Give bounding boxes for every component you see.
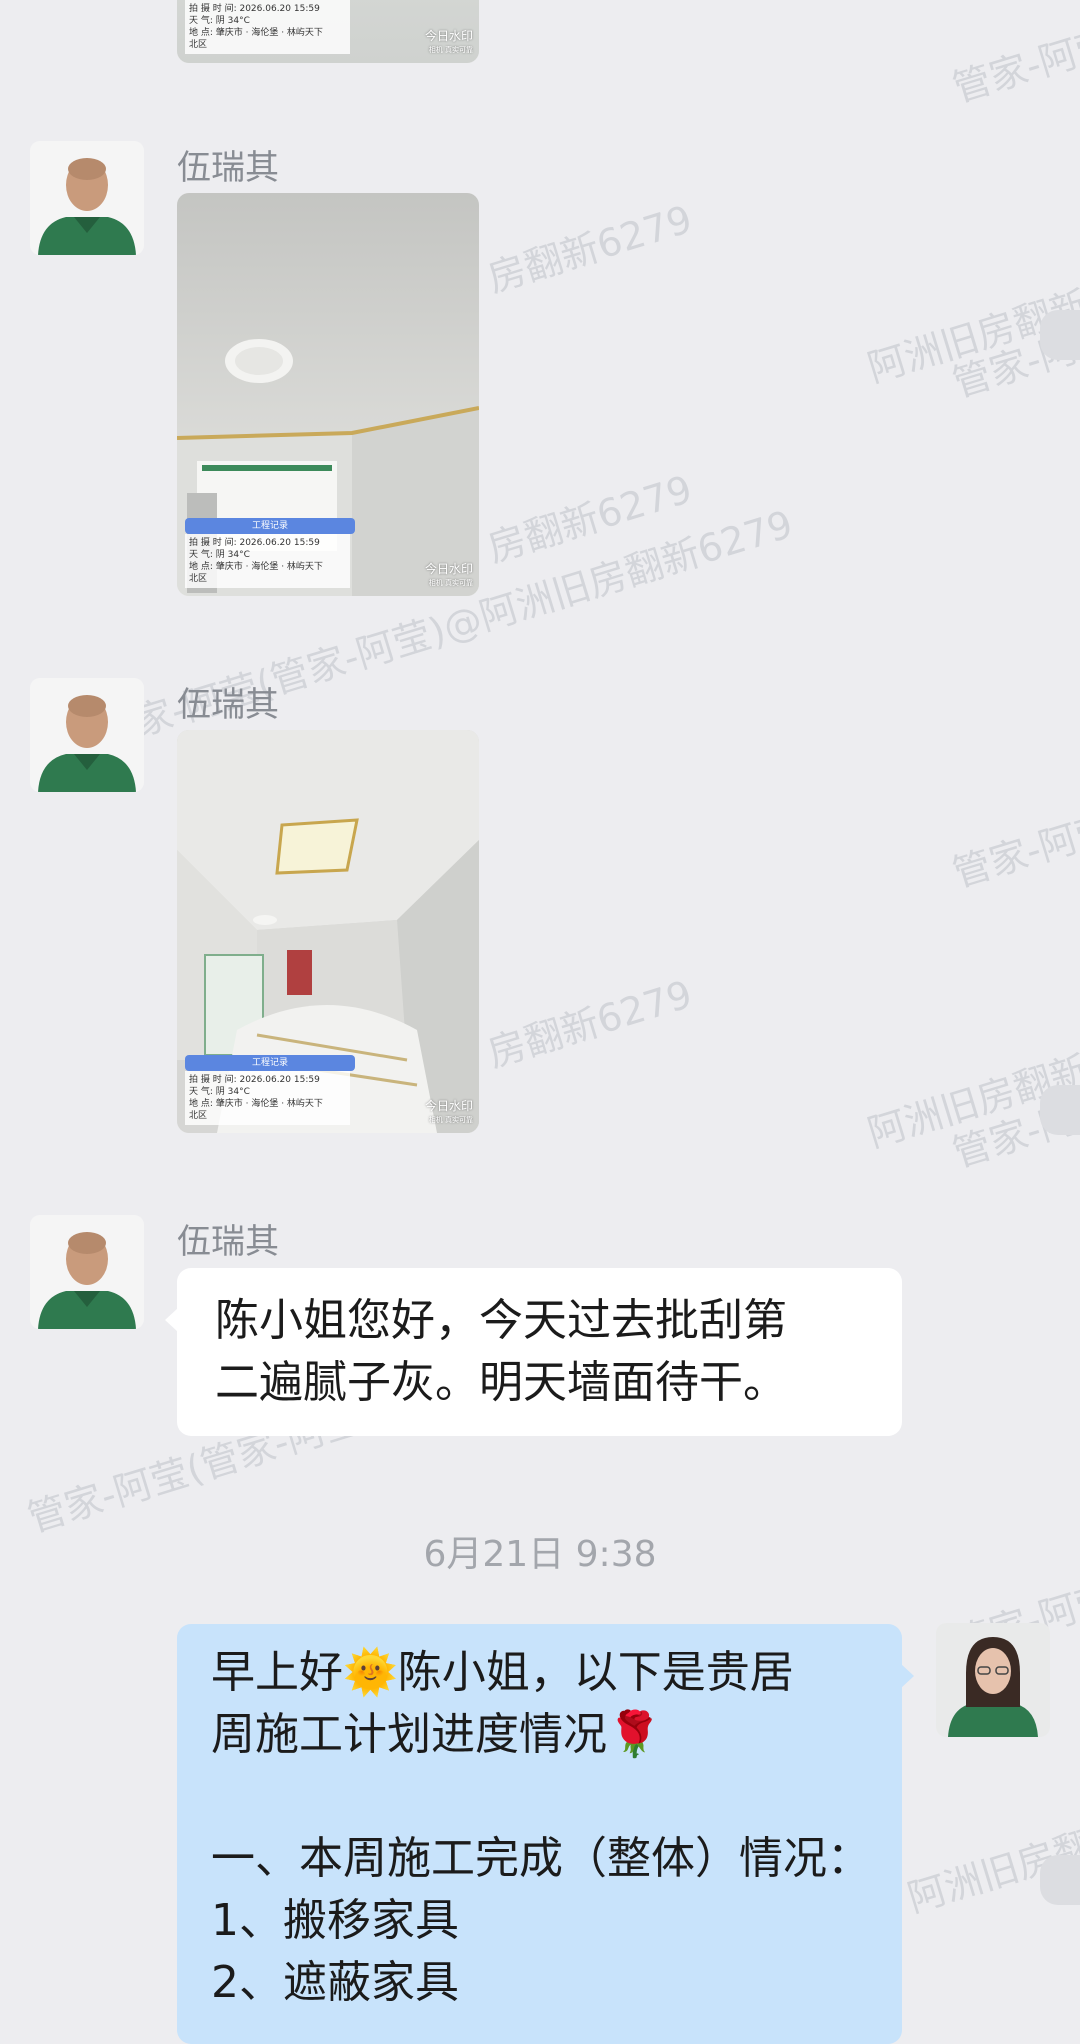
my-avatar[interactable] [936,1623,1050,1737]
worker-avatar-icon [30,678,144,792]
edge-bubble [1040,1855,1080,1905]
watermark-text: 管家-阿莹 [947,805,1080,896]
photo-watermark-corner: 今日水印 相机 真实可靠 [424,1099,473,1124]
photo-message[interactable]: 工程记录 拍 摄 时 间: 2026.06.20 15:59 天 气: 阴 34… [177,193,479,596]
outgoing-message-bubble[interactable]: 早上好🌞陈小姐，以下是贵居 周施工计划进度情况🌹 一、本周施工完成（整体）情况：… [177,1624,914,2044]
photo-watermark-info: 拍 摄 时 间: 2026.06.20 15:59 天 气: 阴 34°C 地 … [185,1071,350,1125]
avatar[interactable] [30,678,144,792]
watermark-text: 管家-阿莹 [947,20,1080,111]
sender-name: 伍瑞其 [177,148,279,188]
photo-watermark-label: 工程记录 [185,1055,355,1071]
sender-name: 伍瑞其 [177,1222,279,1262]
message-line: 陈小姐您好，今天过去批刮第 [215,1295,787,1346]
photo-message[interactable]: 工程记录 拍 摄 时 间: 2026.06.20 15:59 天 气: 阴 34… [177,730,479,1133]
message-line: 2、遮蔽家具 [211,1957,459,2008]
photo-watermark-info: 拍 摄 时 间: 2026.06.20 15:59 天 气: 阴 34°C 地 … [185,0,350,54]
message-line: 1、搬移家具 [211,1895,459,1946]
photo-message-partial[interactable]: 拍 摄 时 间: 2026.06.20 15:59 天 气: 阴 34°C 地 … [177,0,479,63]
avatar[interactable] [30,141,144,255]
agent-avatar-icon [936,1623,1050,1737]
worker-avatar-icon [30,141,144,255]
watermark-text: 房翻新6279 [482,466,698,571]
photo-watermark-corner: 今日水印 相机 真实可靠 [424,29,473,54]
watermark-text: 房翻新6279 [482,196,698,301]
worker-avatar-icon [30,1215,144,1329]
photo-watermark-corner: 今日水印 相机 真实可靠 [424,562,473,587]
message-line: 一、本周施工完成（整体）情况： [211,1833,871,1884]
photo-watermark-label: 工程记录 [185,518,355,534]
message-line: 二遍腻子灰。明天墙面待干。 [215,1357,787,1408]
text-message-bubble[interactable]: 陈小姐您好，今天过去批刮第 二遍腻子灰。明天墙面待干。 [165,1268,902,1436]
edge-bubble [1040,310,1080,360]
message-line: 周施工计划进度情况🌹 [211,1709,662,1760]
avatar[interactable] [30,1215,144,1329]
time-separator: 6月21日 9:38 [423,1534,657,1575]
message-line [211,1766,868,1828]
edge-bubble [1040,1085,1080,1135]
sender-name: 伍瑞其 [177,685,279,725]
watermark-text: 房翻新6279 [482,971,698,1076]
photo-watermark-info: 拍 摄 时 间: 2026.06.20 15:59 天 气: 阴 34°C 地 … [185,534,350,588]
message-line: 早上好🌞陈小姐，以下是贵居 [211,1647,794,1698]
